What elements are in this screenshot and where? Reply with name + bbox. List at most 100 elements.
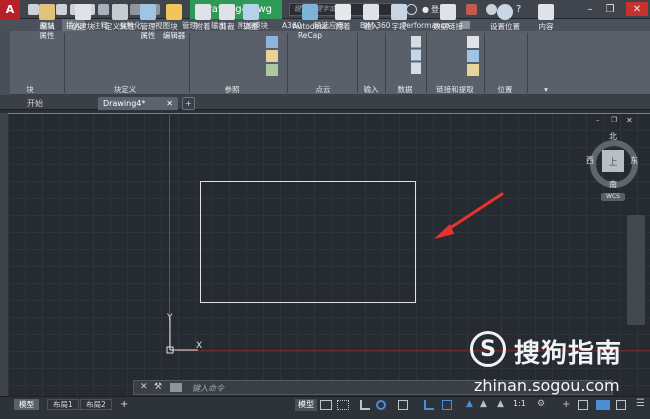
viewport-top-border: [8, 113, 650, 114]
attach-pointcloud-button[interactable]: 附着: [332, 4, 354, 31]
panel-title-link-extract: 链接和提取: [436, 85, 474, 94]
hardware-acceleration-icon[interactable]: [578, 400, 588, 410]
new-tab-button[interactable]: +: [182, 97, 195, 110]
import-button[interactable]: 输入: [360, 4, 382, 31]
panel-divider: [385, 33, 386, 93]
set-location-button[interactable]: 设置位置: [487, 4, 523, 31]
import-icon: [363, 4, 379, 20]
layout-tab-model[interactable]: 模型: [14, 399, 39, 410]
recap-icon: [302, 4, 318, 20]
create-block-icon: [75, 4, 91, 20]
panel-divider: [527, 33, 528, 93]
panel-divider: [426, 33, 427, 93]
autodesk-recap-button[interactable]: Autodesk ReCap: [291, 4, 329, 40]
data-tools-icon[interactable]: [411, 36, 421, 74]
annotation-visibility-icon[interactable]: ▲: [497, 399, 504, 409]
osnap-icon[interactable]: [442, 400, 452, 410]
manage-attributes-button[interactable]: 管理 属性: [137, 4, 159, 40]
restore-icon[interactable]: ❐: [603, 2, 617, 16]
panel-divider: [484, 33, 485, 93]
red-arrow-icon: [434, 192, 504, 239]
add-layout-button[interactable]: +: [115, 399, 133, 410]
attach-button[interactable]: 附着: [192, 4, 214, 31]
define-attributes-button[interactable]: 定义属性: [102, 4, 138, 31]
field-icon: [391, 4, 407, 20]
isolate-objects-icon[interactable]: [596, 400, 610, 410]
panel-title-location: 位置: [497, 85, 513, 94]
clip-button[interactable]: 剪裁: [216, 4, 238, 31]
data-link-icon: [440, 4, 456, 20]
panel-divider: [287, 33, 288, 93]
close-command-icon[interactable]: ✕: [140, 382, 148, 392]
viewcube-north[interactable]: 北: [609, 131, 617, 142]
transparency-icon[interactable]: ▲: [480, 399, 487, 409]
viewport-minimize-icon[interactable]: –: [596, 117, 605, 124]
panel-title-data: 数据: [397, 85, 413, 94]
tool-palette-strip[interactable]: [0, 113, 8, 396]
block-editor-icon: [166, 4, 182, 20]
ucs-x-label: X: [196, 341, 203, 351]
add-icon[interactable]: +: [562, 399, 570, 410]
wcs-menu[interactable]: WCS: [601, 193, 625, 201]
panel-divider: [357, 33, 358, 93]
field-button[interactable]: 字段: [388, 4, 410, 31]
define-attributes-icon: [112, 4, 128, 20]
model-space-toggle[interactable]: 模型: [295, 399, 317, 411]
extract-tools-icon[interactable]: [467, 36, 479, 76]
viewcube-top-face[interactable]: 上: [602, 150, 624, 172]
reference-tools-icon[interactable]: [266, 36, 278, 76]
panel-title-pointcloud: 点云: [315, 85, 331, 94]
workspace-gear-icon[interactable]: ⚙: [537, 399, 545, 409]
clip-icon: [219, 4, 235, 20]
grid-icon[interactable]: [320, 400, 332, 410]
minimize-icon[interactable]: –: [583, 2, 597, 16]
panel-divider: [189, 33, 190, 93]
annotation-scale[interactable]: 1:1: [513, 399, 526, 408]
object-snap-tracking-icon[interactable]: [424, 400, 434, 410]
user-icon: ●: [422, 5, 429, 14]
isodraft-icon[interactable]: [398, 400, 408, 410]
attach-icon: [195, 4, 211, 20]
panel-title-block-definition[interactable]: 块定义: [95, 84, 155, 95]
create-block-button[interactable]: 创建块: [68, 4, 98, 31]
file-tab-start[interactable]: 开始: [22, 97, 48, 110]
content-button[interactable]: 内容: [532, 4, 560, 31]
panel-title-import: 输入: [363, 85, 379, 94]
panel-title-reference[interactable]: 参照: [212, 84, 252, 95]
file-tab-bar: 开始 Drawing4* ✕ +: [0, 95, 650, 110]
navigation-bar[interactable]: [627, 215, 645, 325]
block-editor-button[interactable]: 块 编辑器: [160, 4, 188, 40]
viewcube-east[interactable]: 东: [630, 155, 638, 166]
content-panel-expand[interactable]: ▾: [540, 84, 552, 95]
viewcube-west[interactable]: 西: [586, 155, 594, 166]
application-menu-button[interactable]: A: [0, 0, 20, 19]
clean-screen-icon[interactable]: [616, 400, 626, 410]
close-tab-icon[interactable]: ✕: [166, 99, 173, 108]
lineweight-icon[interactable]: ▲: [466, 399, 473, 409]
exchange-icon[interactable]: [466, 4, 477, 15]
adjust-icon: [243, 4, 259, 20]
drawn-rectangle[interactable]: [200, 181, 416, 303]
data-link-button[interactable]: 数据链接: [430, 4, 466, 31]
customize-icon[interactable]: ⚒: [154, 382, 162, 392]
viewport-restore-icon[interactable]: ❐: [611, 116, 620, 125]
adjust-button[interactable]: 调整: [240, 4, 262, 31]
layout-tab-1[interactable]: 布局1: [47, 399, 79, 410]
ortho-icon[interactable]: [360, 400, 370, 410]
recent-commands-icon[interactable]: [170, 383, 182, 392]
customization-menu-icon[interactable]: ☰: [636, 398, 645, 409]
file-tab-drawing4[interactable]: Drawing4* ✕: [98, 97, 178, 110]
snap-icon[interactable]: [337, 400, 349, 410]
polar-icon[interactable]: [376, 400, 386, 410]
manage-attributes-icon: [140, 4, 156, 20]
edit-attributes-button[interactable]: 编辑 属性: [33, 4, 61, 40]
command-input[interactable]: 键入命令: [192, 383, 224, 394]
watermark-url: zhinan.sogou.com: [474, 376, 620, 395]
layout-tab-2[interactable]: 布局2: [80, 399, 112, 410]
content-icon: [538, 4, 554, 20]
viewcube-south[interactable]: 南: [609, 179, 617, 190]
panel-title-block: 块: [26, 85, 34, 94]
close-icon[interactable]: ✕: [626, 2, 648, 16]
viewport-close-icon[interactable]: ✕: [626, 116, 635, 125]
status-bar: 模型 布局1 布局2 + 模型 ▲ ▲ ▲ 1:1 ⚙ + ☰: [0, 396, 650, 419]
